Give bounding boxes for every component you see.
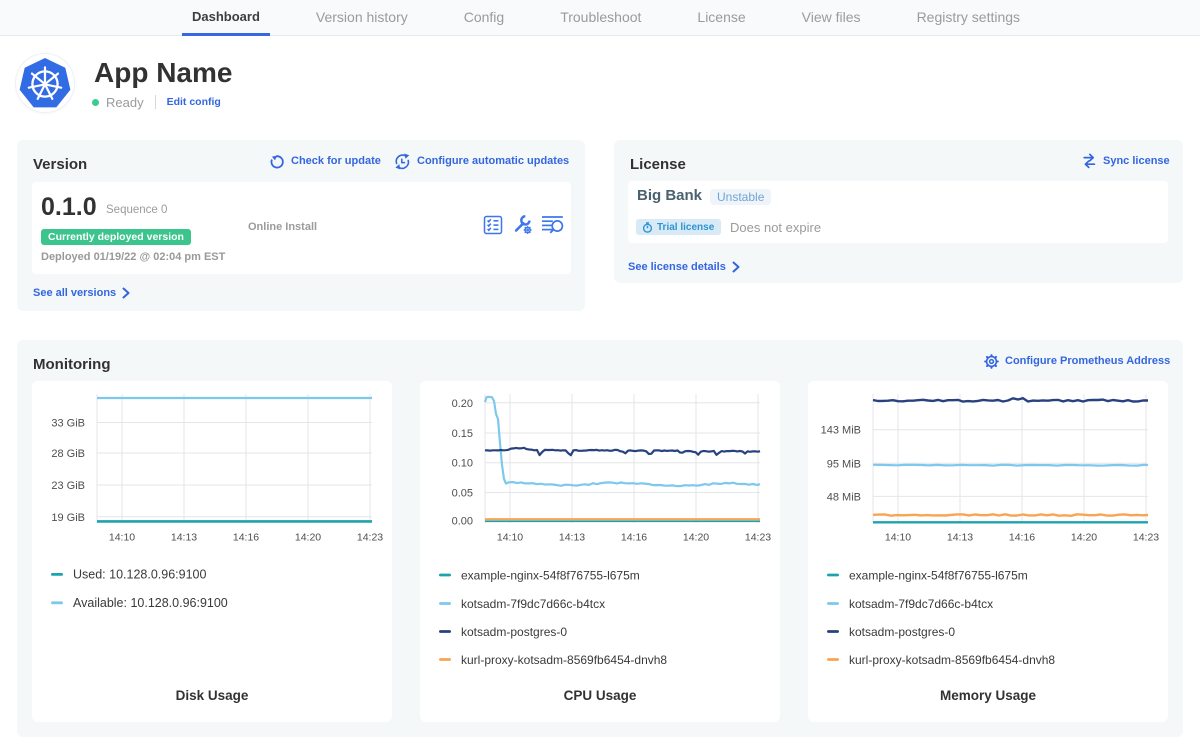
svg-text:23 GiB: 23 GiB [51, 480, 85, 492]
svg-text:14:13: 14:13 [559, 532, 585, 544]
svg-text:14:10: 14:10 [497, 532, 523, 544]
svg-text:Memory Usage: Memory Usage [940, 688, 1037, 703]
svg-text:95 MiB: 95 MiB [827, 458, 861, 470]
svg-text:kotsadm-7f9dc7d66c-b4tcx: kotsadm-7f9dc7d66c-b4tcx [849, 597, 993, 611]
svg-text:14:16: 14:16 [621, 532, 647, 544]
svg-text:14:10: 14:10 [109, 532, 135, 544]
svg-text:0.05: 0.05 [452, 488, 473, 500]
svg-text:Used: 10.128.0.96:9100: Used: 10.128.0.96:9100 [73, 568, 206, 582]
svg-text:14:20: 14:20 [1071, 532, 1097, 544]
svg-text:CPU Usage: CPU Usage [564, 688, 637, 703]
svg-text:14:13: 14:13 [171, 532, 197, 544]
svg-text:14:10: 14:10 [885, 532, 911, 544]
svg-text:19 GiB: 19 GiB [51, 512, 85, 524]
svg-text:kotsadm-7f9dc7d66c-b4tcx: kotsadm-7f9dc7d66c-b4tcx [461, 597, 605, 611]
svg-text:example-nginx-54f8f76755-l675m: example-nginx-54f8f76755-l675m [461, 568, 640, 582]
svg-text:0.00: 0.00 [452, 516, 473, 528]
svg-text:kotsadm-postgres-0: kotsadm-postgres-0 [849, 625, 955, 639]
svg-text:0.10: 0.10 [452, 458, 473, 470]
svg-text:kotsadm-postgres-0: kotsadm-postgres-0 [461, 625, 567, 639]
svg-text:48 MiB: 48 MiB [827, 491, 861, 503]
svg-text:14:23: 14:23 [357, 532, 383, 544]
svg-text:kurl-proxy-kotsadm-8569fb6454-: kurl-proxy-kotsadm-8569fb6454-dnvh8 [461, 653, 667, 667]
svg-text:14:23: 14:23 [745, 532, 771, 544]
svg-text:example-nginx-54f8f76755-l675m: example-nginx-54f8f76755-l675m [849, 568, 1028, 582]
svg-text:14:20: 14:20 [683, 532, 709, 544]
svg-text:14:23: 14:23 [1133, 532, 1159, 544]
svg-text:Disk Usage: Disk Usage [176, 688, 249, 703]
svg-text:33 GiB: 33 GiB [51, 418, 85, 430]
svg-text:28 GiB: 28 GiB [51, 448, 85, 460]
svg-text:14:20: 14:20 [295, 532, 321, 544]
svg-text:14:16: 14:16 [1009, 532, 1035, 544]
svg-text:143 MiB: 143 MiB [821, 425, 861, 437]
svg-text:14:13: 14:13 [947, 532, 973, 544]
svg-text:0.15: 0.15 [452, 428, 473, 440]
svg-text:0.20: 0.20 [452, 398, 473, 410]
svg-text:14:16: 14:16 [233, 532, 259, 544]
svg-text:Available: 10.128.0.96:9100: Available: 10.128.0.96:9100 [73, 596, 228, 610]
svg-text:kurl-proxy-kotsadm-8569fb6454-: kurl-proxy-kotsadm-8569fb6454-dnvh8 [849, 653, 1055, 667]
